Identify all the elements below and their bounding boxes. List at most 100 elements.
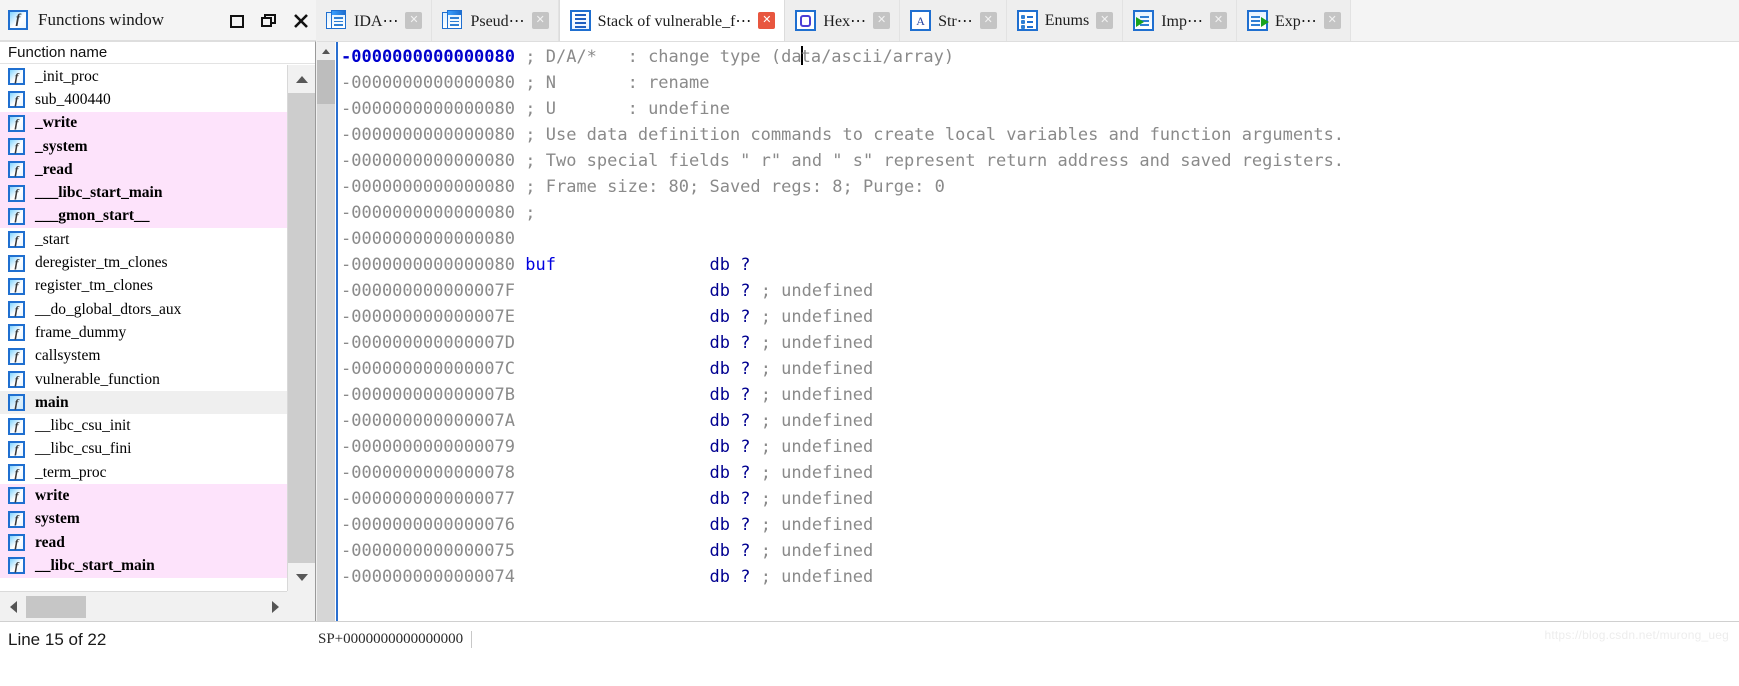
stack-code-line[interactable]: -0000000000000076 db ? ; undefined [341,512,1739,538]
function-list-item[interactable]: f __do_global_dtors_aux [0,298,288,321]
scroll-right-button[interactable] [262,592,288,621]
stack-code-line[interactable]: -0000000000000075 db ? ; undefined [341,538,1739,564]
stack-line-address: -000000000000007D [341,333,515,353]
function-f-icon: f [8,277,25,295]
stack-line-comment: ; undefined [760,437,874,457]
maximize-button[interactable] [260,12,278,30]
stack-code-line[interactable]: -0000000000000077 db ? ; undefined [341,486,1739,512]
tab-enums[interactable]: Enums ✕ [1006,0,1124,41]
tab-pseudocode[interactable]: Pseud⋯ ✕ [432,0,559,41]
tab-close-icon[interactable]: ✕ [758,12,776,29]
scrollbar-corner [287,591,315,621]
tab-label: Pseud⋯ [470,12,525,30]
stack-line-address: -0000000000000075 [341,541,515,561]
function-list-item[interactable]: f vulnerable_function [0,368,288,391]
stack-code-line[interactable]: -0000000000000080 [341,226,1739,252]
tab-imports[interactable]: Imp⋯ ✕ [1123,0,1237,41]
function-list-item[interactable]: f _read [0,158,288,182]
function-list-item[interactable]: f __libc_start_main [0,554,288,578]
tab-close-icon[interactable]: ✕ [531,12,549,29]
tab-close-icon[interactable]: ✕ [1323,12,1341,29]
stack-line-comment: ; [525,203,536,223]
tab-close-icon[interactable]: ✕ [405,12,423,29]
function-list-item[interactable]: f __libc_csu_fini [0,438,288,461]
stack-code-line[interactable]: -0000000000000080 ; D/A/* : change type … [341,44,1739,70]
function-list-item[interactable]: f ___gmon_start__ [0,204,288,229]
function-name-label: __libc_csu_init [35,417,131,435]
tab-ida-view[interactable]: IDA⋯ ✕ [316,0,433,41]
column-header-function-name[interactable]: Function name [0,42,315,64]
stack-code-line[interactable]: -000000000000007F db ? ; undefined [341,278,1739,304]
function-list-item[interactable]: f _start [0,228,288,251]
function-list-item[interactable]: f ___libc_start_main [0,181,288,205]
function-list-item[interactable]: f frame_dummy [0,321,288,344]
function-list-item[interactable]: f main [0,391,288,415]
function-list-item[interactable]: f register_tm_clones [0,275,288,298]
tab-stack-of-vulnerable-function[interactable]: Stack of vulnerable_f⋯ ✕ [558,0,786,41]
function-name-label: deregister_tm_clones [35,254,168,272]
stack-code-line[interactable]: -000000000000007E db ? ; undefined [341,304,1739,330]
stack-code-line[interactable]: -0000000000000080 buf db ? [341,252,1739,278]
stack-code-line[interactable]: -0000000000000080 ; Use data definition … [341,122,1739,148]
stack-code-line[interactable]: -0000000000000074 db ? ; undefined [341,564,1739,590]
tab-hex-view[interactable]: Hex⋯ ✕ [785,0,901,41]
function-f-icon: f [8,231,25,249]
stack-code-area[interactable]: -0000000000000080 ; D/A/* : change type … [336,42,1739,621]
stack-code-line[interactable]: -0000000000000079 db ? ; undefined [341,434,1739,460]
vertical-scroll-thumb[interactable] [288,93,315,579]
functions-list[interactable]: f _init_proc f sub_400440 f _write f _system f _r… [0,65,288,591]
function-list-item[interactable]: f write [0,484,288,508]
tab-close-icon[interactable]: ✕ [1096,12,1114,29]
scroll-left-button[interactable] [0,592,26,621]
function-list-item[interactable]: f deregister_tm_clones [0,251,288,274]
scroll-down-button[interactable] [288,563,315,591]
stack-code-line[interactable]: -000000000000007C db ? ; undefined [341,356,1739,382]
stack-code-line[interactable]: -0000000000000080 ; Frame size: 80; Save… [341,174,1739,200]
stack-scroll-up-button[interactable] [317,42,335,60]
horizontal-scroll-thumb[interactable] [26,596,86,618]
tab-exports[interactable]: Exp⋯ ✕ [1236,0,1351,41]
function-list-item[interactable]: f _term_proc [0,461,288,484]
tab-close-icon[interactable]: ✕ [1209,12,1227,29]
functions-panel: Function name f _init_proc f sub_400440 f _wr… [0,41,316,621]
function-list-item[interactable]: f callsystem [0,345,288,368]
function-list-item[interactable]: f _init_proc [0,65,288,88]
stack-scroll-thumb[interactable] [317,60,335,104]
tab-close-icon[interactable]: ✕ [979,12,997,29]
function-name-label: register_tm_clones [35,277,153,295]
function-list-item[interactable]: f __libc_csu_init [0,414,288,437]
functions-horizontal-scrollbar[interactable] [0,591,288,621]
restore-button[interactable] [228,12,246,30]
function-name-label: ___gmon_start__ [35,207,150,225]
functions-vertical-scrollbar[interactable] [287,65,315,591]
stack-code-line[interactable]: -000000000000007B db ? ; undefined [341,382,1739,408]
stack-declaration: db ? [709,385,751,405]
tab-strip: IDA⋯ ✕ Pseud⋯ ✕ Stack of vulnerable_f⋯ ✕ [316,0,1739,41]
function-list-item[interactable]: f _write [0,111,288,135]
scroll-up-button[interactable] [288,65,315,93]
stack-code-line[interactable]: -0000000000000080 ; [341,200,1739,226]
function-f-icon: f [8,114,25,132]
tab-strings[interactable]: A Str⋯ ✕ [900,0,1007,41]
function-list-item[interactable]: f system [0,507,288,531]
close-button[interactable] [292,12,310,30]
function-list-item[interactable]: f sub_400440 [0,88,288,111]
stack-code-line[interactable]: -0000000000000080 ; N : rename [341,70,1739,96]
function-name-label: read [35,533,65,551]
stack-line-comment: ; undefined [760,307,874,327]
stack-code-line[interactable]: -0000000000000078 db ? ; undefined [341,460,1739,486]
tab-close-icon[interactable]: ✕ [873,12,891,29]
stack-declaration: db ? [709,255,751,275]
stack-vertical-scrollbar[interactable] [317,42,335,621]
stack-code-line[interactable]: -000000000000007D db ? ; undefined [341,330,1739,356]
stack-frame-icon [569,10,591,31]
functions-window-titlebar: f Functions window [0,0,316,41]
function-f-icon: f [8,10,28,30]
stack-line-address: -000000000000007B [341,385,515,405]
stack-line-address: -0000000000000080 [341,125,515,145]
function-list-item[interactable]: f read [0,530,288,555]
stack-code-line[interactable]: -0000000000000080 ; U : undefine [341,96,1739,122]
stack-code-line[interactable]: -000000000000007A db ? ; undefined [341,408,1739,434]
function-list-item[interactable]: f _system [0,134,288,159]
stack-code-line[interactable]: -0000000000000080 ; Two special fields "… [341,148,1739,174]
